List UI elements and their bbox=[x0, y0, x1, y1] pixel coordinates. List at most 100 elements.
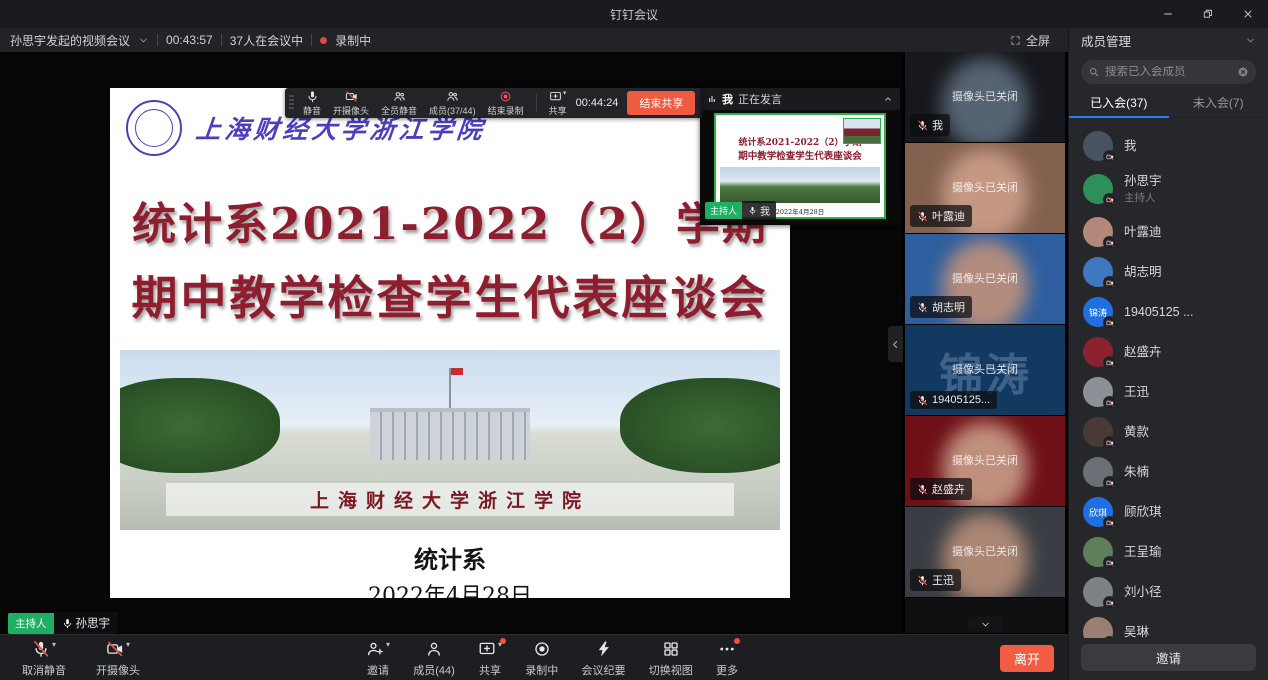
video-tile[interactable]: 摄像头已关闭叶露迪 bbox=[905, 143, 1065, 234]
camera-badge-icon bbox=[1106, 399, 1114, 407]
audio-video-controls: ▾取消静音 ▾开摄像头 bbox=[22, 640, 140, 678]
leave-button[interactable]: 离开 bbox=[1000, 645, 1054, 672]
member-row[interactable]: 朱楠 bbox=[1083, 452, 1268, 492]
button-label: 会议纪要 bbox=[582, 662, 626, 678]
video-tile[interactable]: 摄像头已关闭王迅 bbox=[905, 507, 1065, 598]
button-label: 静音 bbox=[303, 104, 321, 117]
toolbar-monitor-plus-button[interactable]: ▾共享 bbox=[478, 640, 502, 678]
member-row[interactable]: 我 bbox=[1083, 126, 1268, 166]
window-title: 钉钉会议 bbox=[610, 6, 658, 23]
camera-off-badge bbox=[1103, 276, 1116, 289]
tab-not-joined[interactable]: 未入会(7) bbox=[1169, 88, 1268, 117]
meeting-title[interactable]: 孙思宇发起的视频会议 bbox=[10, 32, 130, 49]
member-row[interactable]: 王呈瑜 bbox=[1083, 532, 1268, 572]
expand-strip-button[interactable] bbox=[968, 617, 1002, 631]
share-toolbar-people-button[interactable]: 成员(37/44) bbox=[429, 90, 476, 117]
flag bbox=[451, 368, 463, 375]
participant-name-badge: 王迅 bbox=[910, 569, 961, 591]
recording-dot bbox=[320, 37, 327, 44]
member-list: 我孙思宇主持人叶露迪胡志明锦涛19405125 ...赵盛卉王迅黄款朱楠欣琪顾欣… bbox=[1069, 120, 1268, 638]
member-row[interactable]: 锦涛19405125 ... bbox=[1083, 292, 1268, 332]
member-search[interactable] bbox=[1081, 60, 1256, 84]
camera-off-badge bbox=[1103, 236, 1116, 249]
self-preview-window[interactable]: 我 正在发言 统计系2021-2022（2）学期 期中教学检查学生代表座谈会 2… bbox=[700, 88, 900, 225]
chevron-down-icon[interactable] bbox=[1245, 35, 1256, 46]
video-tile[interactable]: 摄像头已关闭赵盛卉 bbox=[905, 416, 1065, 507]
close-button[interactable] bbox=[1228, 0, 1268, 28]
drag-handle[interactable] bbox=[289, 95, 294, 111]
restore-icon bbox=[1202, 8, 1214, 20]
preview-body: 统计系2021-2022（2）学期 期中教学检查学生代表座谈会 2022年4月2… bbox=[700, 110, 900, 225]
toolbar-camera-off-button[interactable]: ▾开摄像头 bbox=[96, 640, 140, 678]
collapse-strip-button[interactable] bbox=[888, 326, 903, 362]
invite-button[interactable]: 邀请 bbox=[1081, 644, 1256, 671]
minimize-button[interactable] bbox=[1148, 0, 1188, 28]
share-toolbar-mic-button[interactable]: 静音 bbox=[303, 90, 321, 117]
participant-name-badge: 赵盛卉 bbox=[910, 478, 972, 500]
mic-muted-icon bbox=[917, 395, 928, 406]
restore-button[interactable] bbox=[1188, 0, 1228, 28]
divider bbox=[536, 94, 537, 112]
member-row[interactable]: 胡志明 bbox=[1083, 252, 1268, 292]
video-tile[interactable]: 摄像头已关闭我 bbox=[905, 52, 1065, 143]
meeting-timer: 00:43:57 bbox=[166, 33, 213, 47]
avatar bbox=[1083, 617, 1113, 638]
caret-down-icon: ▾ bbox=[386, 641, 390, 649]
member-row[interactable]: 欣琪顾欣琪 bbox=[1083, 492, 1268, 532]
video-tile[interactable]: 锦涛摄像头已关闭19405125... bbox=[905, 325, 1065, 416]
slide-footer: 统计系 2022年4月28日 bbox=[110, 540, 790, 598]
minimize-icon bbox=[1162, 8, 1174, 20]
member-row[interactable]: 黄款 bbox=[1083, 412, 1268, 452]
people-icon bbox=[446, 90, 459, 103]
mic-icon bbox=[748, 206, 757, 215]
tab-joined[interactable]: 已入会(37) bbox=[1069, 88, 1169, 117]
share-toolbar-record-red-button[interactable]: 结束录制 bbox=[488, 90, 524, 117]
presentation-slide: 上海财经大学浙江学院 统计系2021-2022（2）学期 期中教学检查学生代表座… bbox=[110, 88, 790, 598]
collapse-preview-icon[interactable] bbox=[883, 94, 893, 104]
video-tile-partial[interactable] bbox=[905, 598, 1065, 633]
toolbar-mic-muted-button[interactable]: ▾取消静音 bbox=[22, 640, 66, 678]
shared-screen-area: 上海财经大学浙江学院 统计系2021-2022（2）学期 期中教学检查学生代表座… bbox=[0, 52, 903, 634]
member-row[interactable]: 王迅 bbox=[1083, 372, 1268, 412]
fullscreen-icon[interactable] bbox=[1010, 35, 1021, 46]
host-badge: 主持人 bbox=[8, 613, 54, 634]
member-row[interactable]: 吴琳 bbox=[1083, 612, 1268, 638]
avatar bbox=[1083, 174, 1113, 204]
member-row[interactable]: 孙思宇主持人 bbox=[1083, 166, 1268, 212]
share-toolbar-camera-off-button[interactable]: 开摄像头 bbox=[333, 90, 369, 117]
end-share-button[interactable]: 结束共享 bbox=[627, 91, 695, 115]
toolbar-more-button[interactable]: 更多 bbox=[716, 640, 738, 678]
share-toolbar-monitor-plus-button[interactable]: ▾共享 bbox=[549, 90, 567, 117]
member-row[interactable]: 叶露迪 bbox=[1083, 212, 1268, 252]
member-row[interactable]: 刘小径 bbox=[1083, 572, 1268, 612]
camera-badge-icon bbox=[1106, 196, 1114, 204]
floating-share-toolbar: 静音开摄像头全员静音成员(37/44)结束录制▾共享 00:44:24 结束共享 bbox=[285, 88, 703, 118]
button-label: 取消静音 bbox=[22, 662, 66, 678]
search-input[interactable] bbox=[1105, 66, 1232, 78]
camera-off-badge bbox=[1103, 556, 1116, 569]
button-label: 切换视图 bbox=[649, 662, 693, 678]
toolbar-flash-button[interactable]: 会议纪要 bbox=[582, 640, 626, 678]
meeting-controls: ▾邀请成员(44) ▾共享录制中会议纪要 切换视图 更多 bbox=[366, 640, 738, 678]
caret-down-icon: ▾ bbox=[563, 90, 567, 98]
mic-icon bbox=[306, 90, 319, 103]
member-panel-header: 成员管理 bbox=[1069, 28, 1268, 52]
button-label: 全员静音 bbox=[381, 104, 417, 117]
camera-badge-icon bbox=[1106, 439, 1114, 447]
slide-footer-date: 2022年4月28日 bbox=[110, 578, 790, 598]
chevron-left-icon bbox=[890, 339, 901, 350]
video-tile[interactable]: 摄像头已关闭胡志明 bbox=[905, 234, 1065, 325]
avatar bbox=[1083, 537, 1113, 567]
toolbar-person-button[interactable]: 成员(44) bbox=[413, 640, 455, 678]
chevron-down-icon[interactable] bbox=[138, 35, 149, 46]
avatar bbox=[1083, 417, 1113, 447]
self-name: 我 bbox=[760, 203, 770, 218]
toolbar-person-add-button[interactable]: ▾邀请 bbox=[366, 640, 390, 678]
clear-search-icon[interactable] bbox=[1237, 66, 1249, 78]
share-toolbar-people-button[interactable]: 全员静音 bbox=[381, 90, 417, 117]
toolbar-record-button[interactable]: 录制中 bbox=[525, 640, 558, 678]
fullscreen-label[interactable]: 全屏 bbox=[1026, 32, 1050, 49]
toolbar-grid-button[interactable]: 切换视图 bbox=[649, 640, 693, 678]
slide-footer-department: 统计系 bbox=[110, 540, 790, 575]
member-row[interactable]: 赵盛卉 bbox=[1083, 332, 1268, 372]
